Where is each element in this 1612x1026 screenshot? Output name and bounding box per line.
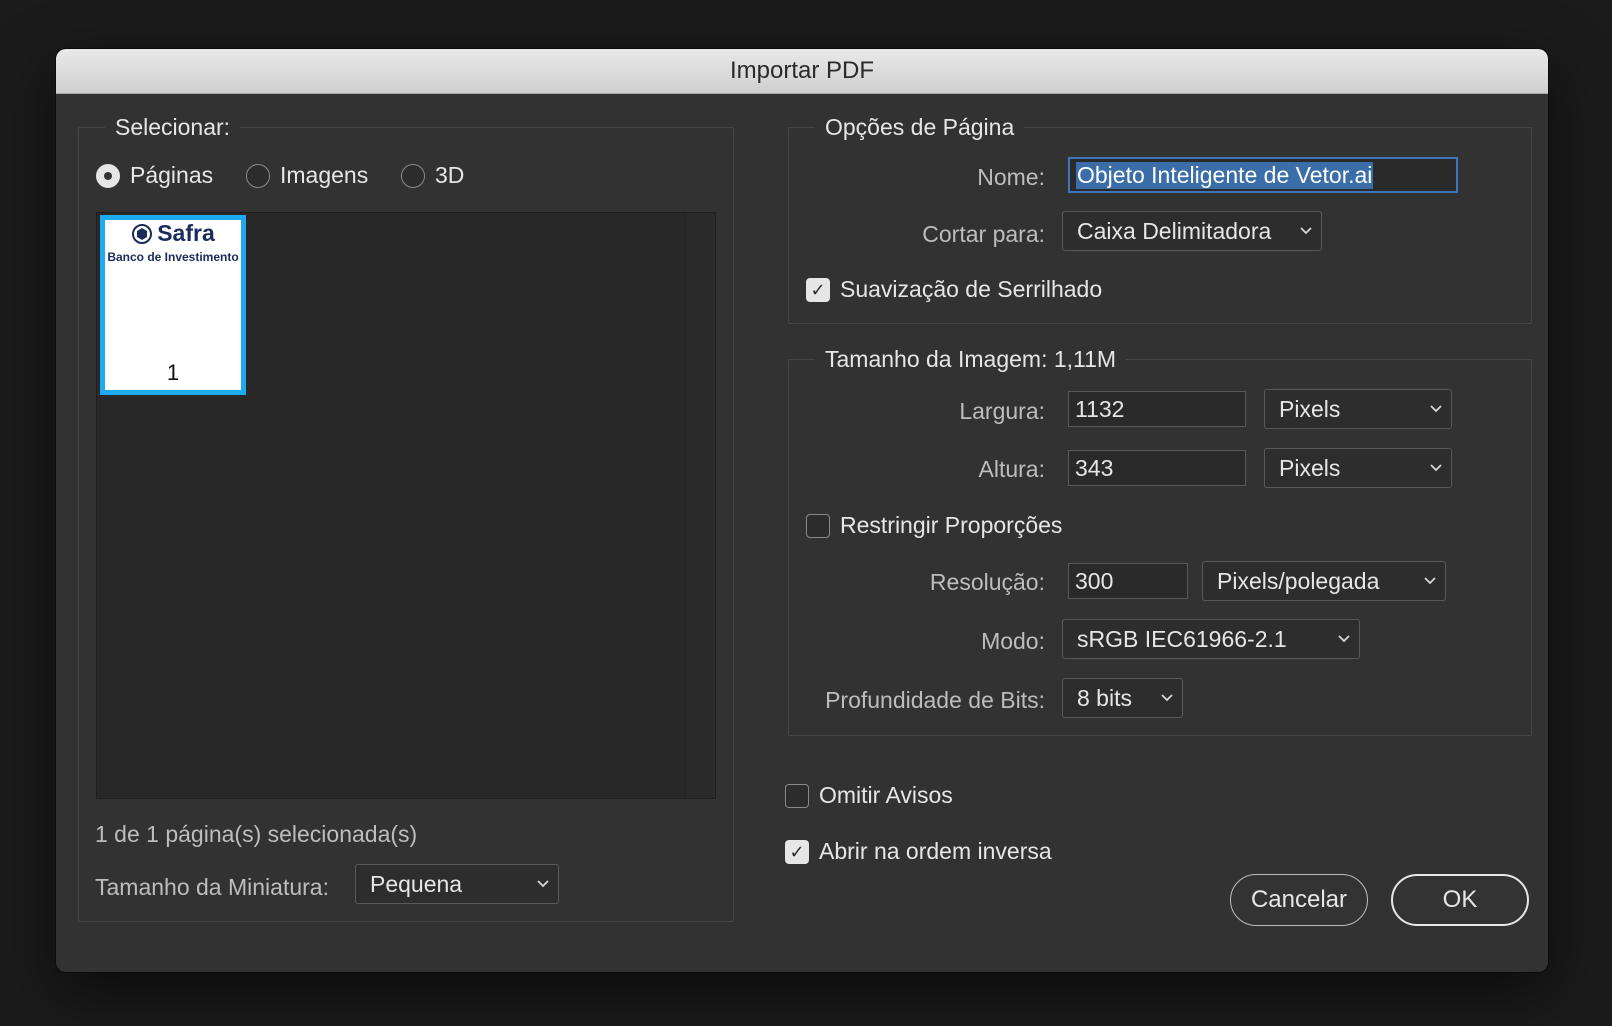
constrain-option[interactable]: Restringir Proporções (806, 512, 1062, 539)
suppress-warnings-label: Omitir Avisos (819, 782, 953, 808)
bitdepth-label: Profundidade de Bits: (825, 687, 1045, 713)
thumb-size-value: Pequena (370, 870, 463, 897)
page-preview-list[interactable]: Safra Banco de Investimento 1 (96, 212, 716, 799)
width-unit-select[interactable]: Pixels (1264, 389, 1452, 429)
bitdepth-select[interactable]: 8 bits (1062, 678, 1183, 718)
resolution-label: Resolução: (929, 569, 1045, 595)
width-input[interactable]: 1132 (1068, 391, 1246, 427)
constrain-checkbox[interactable] (806, 513, 830, 538)
radio-3d-button[interactable] (401, 163, 425, 188)
crop-label: Cortar para: (922, 221, 1045, 247)
thumbnail-page-number: 1 (166, 360, 180, 385)
radio-pages-label: Páginas (130, 162, 214, 188)
width-label: Largura: (959, 398, 1045, 424)
thumbnail-logo: Safra (105, 220, 241, 247)
mode-select[interactable]: sRGB IEC61966-2.1 (1062, 619, 1360, 659)
name-input[interactable]: Objeto Inteligente de Vetor.ai (1068, 157, 1458, 193)
constrain-label: Restringir Proporções (840, 512, 1063, 538)
chevron-down-icon (528, 880, 558, 888)
radio-pages[interactable]: Páginas (96, 162, 213, 189)
reverse-order-label: Abrir na ordem inversa (819, 838, 1052, 864)
page-options-group: Opções de Página Nome: Objeto Inteligent… (788, 112, 1532, 324)
resolution-value: 300 (1075, 567, 1114, 594)
crop-select[interactable]: Caixa Delimitadora (1062, 211, 1322, 251)
mode-value: sRGB IEC61966-2.1 (1077, 625, 1287, 652)
safra-emblem-icon (132, 223, 153, 244)
radio-pages-button[interactable] (96, 163, 120, 188)
cancel-button[interactable]: Cancelar (1230, 874, 1368, 926)
height-label: Altura: (978, 456, 1045, 482)
reverse-order-option[interactable]: ✓ Abrir na ordem inversa (785, 838, 1052, 865)
thumb-size-select[interactable]: Pequena (355, 864, 559, 904)
height-unit-value: Pixels (1279, 454, 1341, 481)
thumb-size-label: Tamanho da Miniatura: (95, 874, 329, 900)
radio-images-label: Imagens (280, 162, 369, 188)
page-options-legend: Opções de Página (815, 112, 1025, 142)
thumbnail-subtitle: Banco de Investimento (107, 250, 239, 264)
chevron-down-icon (1291, 227, 1321, 235)
crop-value: Caixa Delimitadora (1077, 217, 1272, 244)
radio-3d-label: 3D (435, 162, 465, 188)
name-label: Nome: (977, 164, 1045, 190)
chevron-down-icon (1415, 577, 1445, 585)
select-group-legend: Selecionar: (105, 112, 241, 142)
radio-images[interactable]: Imagens (246, 162, 368, 189)
selection-status: 1 de 1 página(s) selecionada(s) (95, 821, 418, 847)
resolution-input[interactable]: 300 (1068, 563, 1188, 599)
bitdepth-value: 8 bits (1077, 684, 1132, 711)
mode-label: Modo: (981, 628, 1045, 654)
reverse-order-checkbox[interactable]: ✓ (785, 839, 809, 864)
width-unit-value: Pixels (1279, 395, 1341, 422)
image-size-legend: Tamanho da Imagem: 1,11M (815, 344, 1127, 374)
radio-3d[interactable]: 3D (401, 162, 464, 189)
resolution-unit-value: Pixels/polegada (1217, 567, 1380, 594)
import-pdf-dialog: Importar PDF Selecionar: Páginas Imagens… (56, 49, 1548, 972)
antialias-label: Suavização de Serrilhado (840, 276, 1103, 302)
page-thumbnail[interactable]: Safra Banco de Investimento 1 (100, 215, 246, 395)
height-input[interactable]: 343 (1068, 450, 1246, 486)
image-size-group: Tamanho da Imagem: 1,11M Largura: 1132 P… (788, 344, 1532, 736)
antialias-option[interactable]: ✓ Suavização de Serrilhado (806, 276, 1102, 303)
select-group: Selecionar: Páginas Imagens 3D Safra Ban… (78, 112, 734, 922)
preview-scrollbar[interactable] (685, 213, 715, 798)
height-value: 343 (1075, 454, 1114, 481)
width-value: 1132 (1075, 395, 1125, 422)
dialog-title: Importar PDF (56, 49, 1548, 94)
antialias-checkbox[interactable]: ✓ (806, 277, 830, 302)
resolution-unit-select[interactable]: Pixels/polegada (1202, 561, 1446, 601)
chevron-down-icon (1152, 694, 1182, 702)
thumbnail-logo-text: Safra (157, 220, 215, 246)
radio-images-button[interactable] (246, 163, 270, 188)
chevron-down-icon (1329, 635, 1359, 643)
height-unit-select[interactable]: Pixels (1264, 448, 1452, 488)
ok-button[interactable]: OK (1391, 874, 1529, 926)
name-value: Objeto Inteligente de Vetor.ai (1076, 161, 1374, 189)
chevron-down-icon (1421, 464, 1451, 472)
chevron-down-icon (1421, 405, 1451, 413)
suppress-warnings-checkbox[interactable] (785, 783, 809, 808)
suppress-warnings-option[interactable]: Omitir Avisos (785, 782, 953, 809)
